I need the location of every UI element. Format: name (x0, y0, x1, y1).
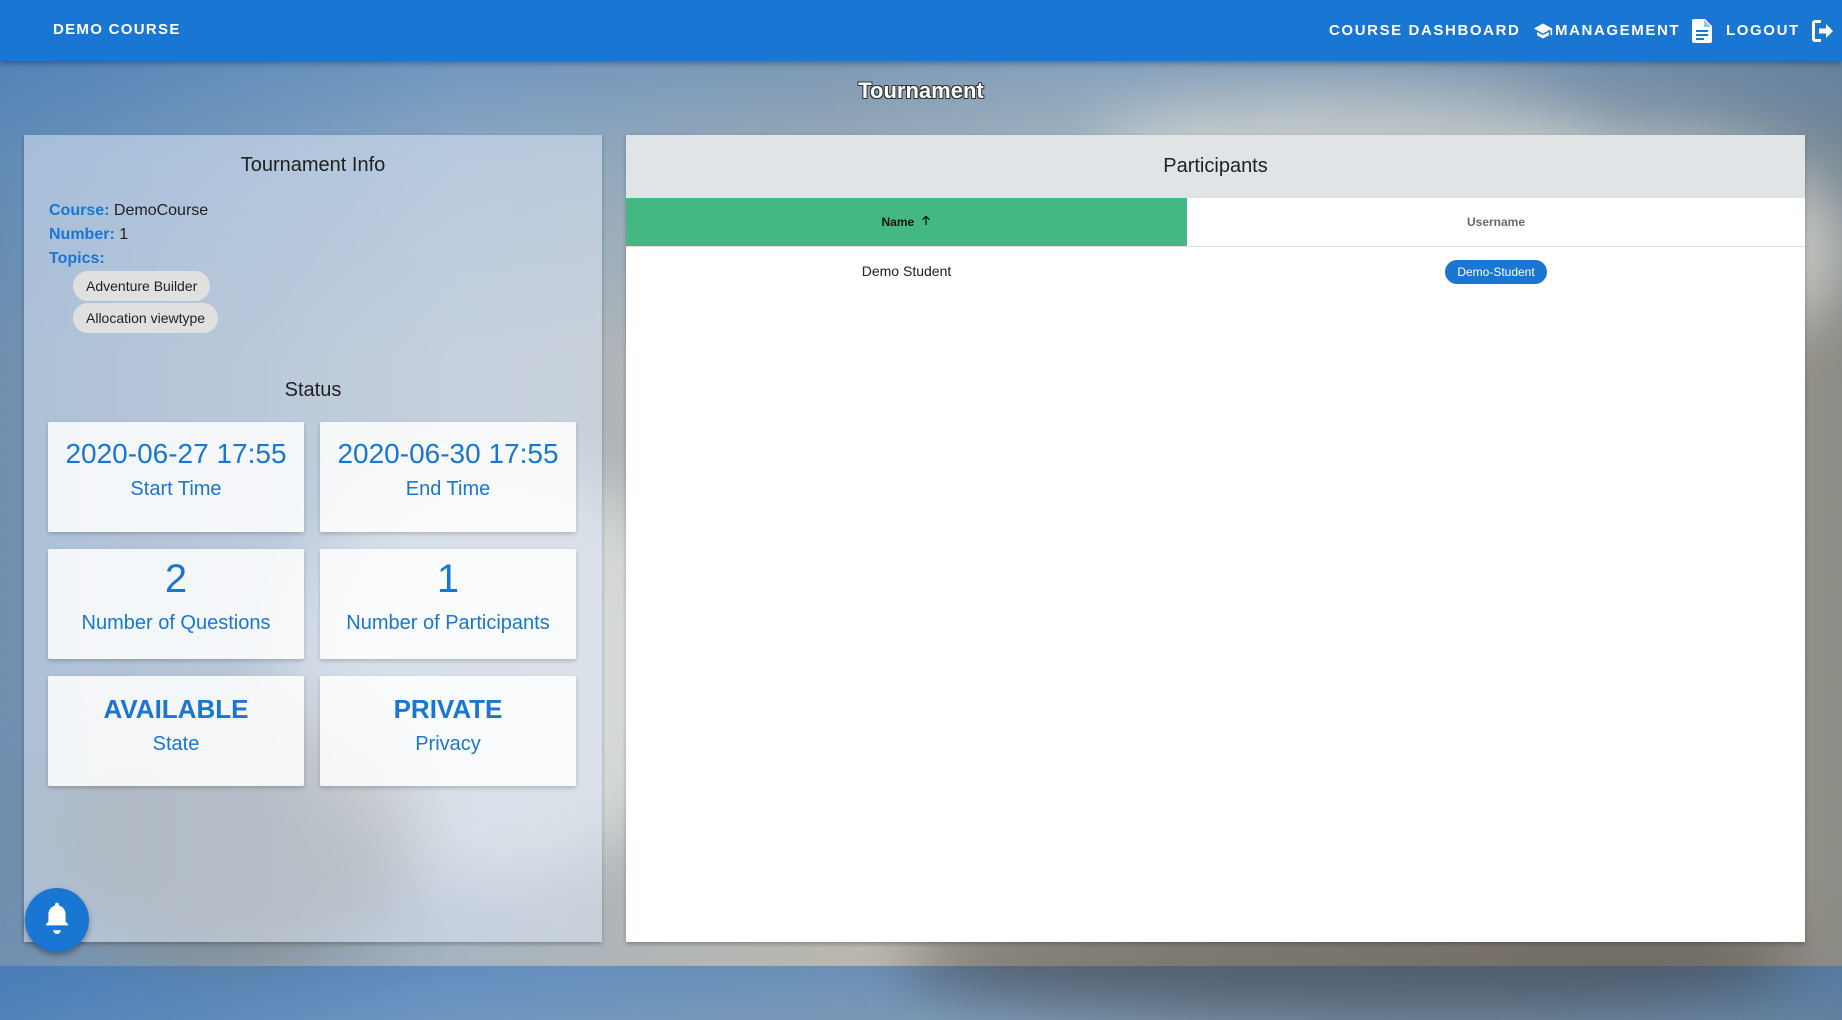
tournament-details: Course: DemoCourse Number: 1 Topics: (49, 199, 208, 271)
logout-label: LOGOUT (1726, 22, 1800, 39)
top-app-bar: DEMO COURSE COURSE DASHBOARD MANAGEMENT … (0, 0, 1842, 61)
privacy-value: PRIVATE (393, 694, 503, 724)
username-cell: Demo-Student (1187, 247, 1805, 295)
participants-count-card: 1 Number of Participants (320, 549, 576, 659)
questions-count-label: Number of Questions (81, 612, 271, 634)
logout-icon (1811, 19, 1836, 42)
course-key: Course: (49, 202, 110, 219)
end-time-value: 2020-06-30 17:55 (337, 438, 559, 469)
bell-icon (42, 902, 72, 939)
topic-chip: Adventure Builder (73, 271, 211, 301)
questions-count-value: 2 (164, 557, 188, 601)
topics-key: Topics: (49, 250, 105, 267)
privacy-card: PRIVATE Privacy (320, 676, 576, 786)
state-card: AVAILABLE State (48, 676, 304, 786)
document-icon (1692, 18, 1713, 43)
start-time-card: 2020-06-27 17:55 Start Time (48, 422, 304, 532)
tournament-info-heading: Tournament Info (240, 154, 386, 176)
questions-count-card: 2 Number of Questions (48, 549, 304, 659)
course-dashboard-link[interactable]: COURSE DASHBOARD (1329, 0, 1554, 61)
status-heading: Status (284, 379, 342, 401)
management-link[interactable]: MANAGEMENT (1555, 0, 1713, 61)
participants-count-value: 1 (436, 557, 460, 601)
start-time-value: 2020-06-27 17:55 (65, 438, 287, 469)
number-key: Number: (49, 226, 115, 243)
participants-heading: Participants (1163, 155, 1268, 177)
number-value: 1 (119, 226, 129, 243)
participant-name: Demo Student (861, 263, 952, 279)
name-column-label: Name (881, 215, 915, 229)
state-value: AVAILABLE (103, 694, 249, 724)
school-icon (1532, 21, 1554, 41)
page-title: Tournament (858, 78, 984, 103)
course-dashboard-label: COURSE DASHBOARD (1329, 22, 1521, 39)
end-time-label: End Time (405, 478, 491, 500)
notifications-button[interactable] (25, 888, 89, 952)
end-time-card: 2020-06-30 17:55 End Time (320, 422, 576, 532)
number-line: Number: 1 (49, 223, 208, 247)
table-row: Demo Student Demo-Student (626, 247, 1805, 295)
tournament-info-panel: Tournament Info Course: DemoCourse Numbe… (24, 135, 602, 942)
course-line: Course: DemoCourse (49, 199, 208, 223)
logout-link[interactable]: LOGOUT (1726, 0, 1836, 61)
topic-chip: Allocation viewtype (73, 303, 219, 333)
course-value: DemoCourse (113, 202, 209, 219)
participants-table-header: Name Username (626, 198, 1805, 247)
state-label: State (152, 733, 200, 755)
name-column-header[interactable]: Name (626, 198, 1187, 246)
participants-panel: Participants Name Username Demo Student … (626, 135, 1805, 942)
privacy-label: Privacy (415, 733, 481, 755)
course-brand[interactable]: DEMO COURSE (53, 21, 181, 38)
username-column-label: Username (1466, 215, 1526, 229)
username-column-header[interactable]: Username (1187, 198, 1805, 246)
start-time-label: Start Time (130, 478, 222, 500)
management-label: MANAGEMENT (1555, 22, 1681, 39)
participants-header: Participants (626, 135, 1805, 198)
topics-line: Topics: (49, 247, 208, 271)
participants-count-label: Number of Participants (346, 612, 550, 634)
username-badge: Demo-Student (1445, 260, 1547, 285)
topic-chips: Adventure Builder Allocation viewtype (73, 271, 219, 335)
arrow-up-icon (920, 198, 932, 246)
